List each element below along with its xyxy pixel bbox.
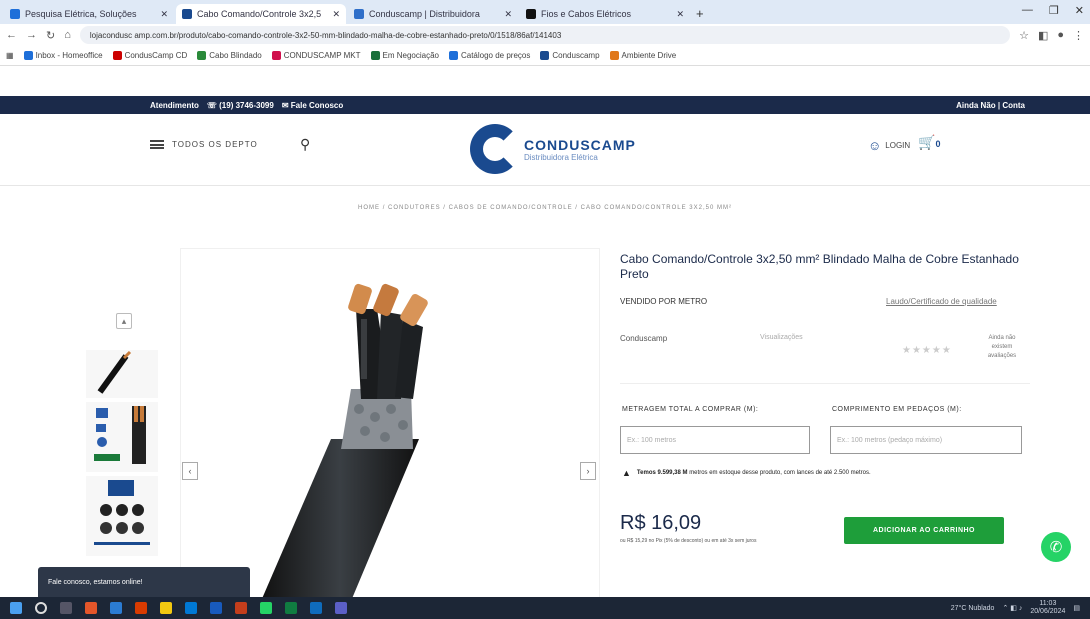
task-view-icon[interactable] — [60, 602, 72, 614]
profile-icon[interactable]: ● — [1057, 29, 1064, 41]
weather-widget[interactable]: 27°C Nublado — [951, 605, 995, 612]
bookmark-item[interactable]: CONDUSCAMP MKT — [271, 51, 361, 61]
thumbnail-3[interactable] — [86, 476, 158, 556]
apps-icon[interactable]: ▦ — [6, 51, 14, 60]
bookmark-item[interactable]: Em Negociação — [370, 51, 439, 61]
window-controls: — ❐ ✕ — [1022, 4, 1084, 17]
address-bar-row: ← → ↻ ⌂ lojacondusc amp.com.br/produto/c… — [0, 24, 1090, 46]
app-icon[interactable] — [110, 602, 122, 614]
tray-icons[interactable]: ⌃ ◧ ♪ — [1002, 604, 1022, 612]
bookmark-item[interactable]: Inbox - Homeoffice — [23, 51, 103, 61]
cart-button[interactable]: 🛒0 — [918, 134, 940, 151]
product-main-image[interactable] — [180, 248, 600, 600]
chat-widget[interactable]: Fale conosco, estamos online! — [38, 567, 250, 597]
piece-length-input[interactable]: Ex.: 100 metros (pedaço máximo) — [830, 426, 1022, 454]
notification-icon[interactable]: ▤ — [1073, 604, 1080, 612]
brand-label: Conduscamp — [620, 334, 668, 343]
search-icon[interactable]: ⚲ — [300, 136, 310, 153]
close-icon[interactable]: ✕ — [332, 9, 340, 20]
chrome-icon[interactable] — [85, 602, 97, 614]
bookmarks-bar: ▦ Inbox - Homeoffice CondusCamp CD Cabo … — [0, 46, 1090, 66]
outlook-icon[interactable] — [310, 602, 322, 614]
total-length-label: METRAGEM TOTAL A COMPRAR (M): — [622, 406, 759, 413]
certificate-link[interactable]: Laudo/Certificado de qualidade — [886, 297, 997, 306]
folder-icon[interactable] — [160, 602, 172, 614]
next-image-button[interactable]: › — [580, 462, 596, 480]
views-label: Visualizações — [760, 334, 803, 341]
close-icon[interactable]: ✕ — [504, 9, 512, 20]
browser-tab[interactable]: Fios e Cabos Elétricos ✕ — [520, 4, 690, 24]
reviews-text: Ainda não existem avaliações — [987, 335, 1017, 359]
word-icon[interactable] — [210, 602, 222, 614]
add-to-cart-button[interactable]: ADICIONAR AO CARRINHO — [844, 517, 1004, 544]
back-icon[interactable]: ← — [6, 29, 17, 41]
cart-icon: 🛒 — [918, 134, 936, 150]
search-taskbar-icon[interactable] — [35, 602, 47, 614]
rating-stars[interactable]: ★★★★★ — [902, 345, 952, 356]
app-icon[interactable] — [235, 602, 247, 614]
whatsapp-taskbar-icon[interactable] — [260, 602, 272, 614]
site-header: TODOS OS DEPTO ⚲ CONDUSCAMP Distribuidor… — [0, 114, 1090, 186]
windows-taskbar: 27°C Nublado ⌃ ◧ ♪ 11:03 20/06/2024 ▤ — [0, 597, 1090, 619]
close-icon[interactable]: ✕ — [676, 9, 684, 20]
site-top-bar: Atendimento ☏ (19) 3746-3099 ✉ Fale Cono… — [0, 96, 1090, 114]
total-length-input[interactable]: Ex.: 100 metros — [620, 426, 810, 454]
browser-tab[interactable]: Conduscamp | Distribuidora ✕ — [348, 4, 518, 24]
warning-icon: ▲ — [622, 468, 631, 478]
new-tab-button[interactable]: + — [696, 6, 704, 21]
star-icon[interactable]: ☆ — [1019, 29, 1029, 42]
app-icon[interactable] — [135, 602, 147, 614]
fale-conosco-link[interactable]: ✉ Fale Conosco — [282, 101, 343, 110]
close-icon[interactable]: ✕ — [160, 9, 168, 20]
bookmark-item[interactable]: CondusCamp CD — [112, 51, 187, 61]
site-logo[interactable]: CONDUSCAMP Distribuidora Elétrica — [470, 124, 636, 174]
stock-warning: ▲ Temos 9.599,38 M metros em estoque des… — [622, 468, 871, 478]
extensions-icon[interactable]: ◧ — [1038, 29, 1048, 42]
hamburger-icon — [150, 140, 164, 149]
departments-menu[interactable]: TODOS OS DEPTO — [150, 140, 258, 149]
reload-icon[interactable]: ↻ — [46, 29, 55, 42]
payment-conditions: ou R$ 15,29 no Pix (5% de desconto) ou e… — [620, 538, 757, 544]
home-icon[interactable]: ⌂ — [64, 29, 71, 41]
thumb-scroll-up-button[interactable]: ▴ — [116, 313, 132, 329]
url-field[interactable]: lojacondusc amp.com.br/produto/cabo-coma… — [79, 26, 1011, 44]
forward-icon[interactable]: → — [26, 29, 37, 41]
thumbnail-2[interactable] — [86, 402, 158, 472]
browser-tab-bar: Pesquisa Elétrica, Soluções ✕ Cabo Comand… — [0, 0, 1090, 24]
phone-link[interactable]: ☏ (19) 3746-3099 — [207, 101, 274, 110]
whatsapp-icon[interactable]: ✆ — [1041, 532, 1071, 562]
user-icon: ☺ — [868, 138, 882, 153]
clock[interactable]: 11:03 20/06/2024 — [1030, 600, 1065, 616]
bookmark-item[interactable]: Conduscamp — [540, 51, 600, 61]
bookmark-item[interactable]: Ambiente Drive — [609, 51, 676, 61]
excel-icon[interactable] — [285, 602, 297, 614]
close-window-icon[interactable]: ✕ — [1075, 4, 1084, 17]
breadcrumb: HOME / CONDUTORES / CABOS DE COMANDO/CON… — [358, 205, 732, 211]
sold-by-meter-label: VENDIDO POR METRO — [620, 297, 708, 306]
bookmark-item[interactable]: Catálogo de preços — [448, 51, 530, 61]
thumbnail-1[interactable] — [86, 350, 158, 398]
minimize-icon[interactable]: — — [1022, 4, 1033, 17]
teams-icon[interactable] — [335, 602, 347, 614]
product-price: R$ 16,09 — [620, 512, 702, 534]
prev-image-button[interactable]: ‹ — [182, 462, 198, 480]
login-link[interactable]: ☺ LOGIN — [868, 138, 910, 153]
system-tray: 27°C Nublado ⌃ ◧ ♪ 11:03 20/06/2024 ▤ — [951, 597, 1080, 619]
cart-count: 0 — [935, 139, 941, 149]
bookmark-item[interactable]: Cabo Blindado — [197, 51, 262, 61]
maximize-icon[interactable]: ❐ — [1049, 4, 1059, 17]
start-icon[interactable] — [10, 602, 22, 614]
piece-length-label: COMPRIMENTO EM PEDAÇOS (M): — [832, 406, 962, 413]
logo-mark — [470, 124, 520, 174]
product-title: Cabo Comando/Controle 3x2,50 mm² Blindad… — [620, 252, 1019, 281]
browser-menu-icon[interactable]: ⋮ — [1073, 29, 1084, 42]
atendimento-label: Atendimento — [150, 100, 199, 110]
browser-tab-active[interactable]: Cabo Comando/Controle 3x2,5 ✕ — [176, 4, 346, 24]
divider — [620, 383, 1030, 384]
edge-icon[interactable] — [185, 602, 197, 614]
account-link[interactable]: Ainda Não | Conta — [956, 101, 1025, 110]
browser-tab[interactable]: Pesquisa Elétrica, Soluções ✕ — [4, 4, 174, 24]
